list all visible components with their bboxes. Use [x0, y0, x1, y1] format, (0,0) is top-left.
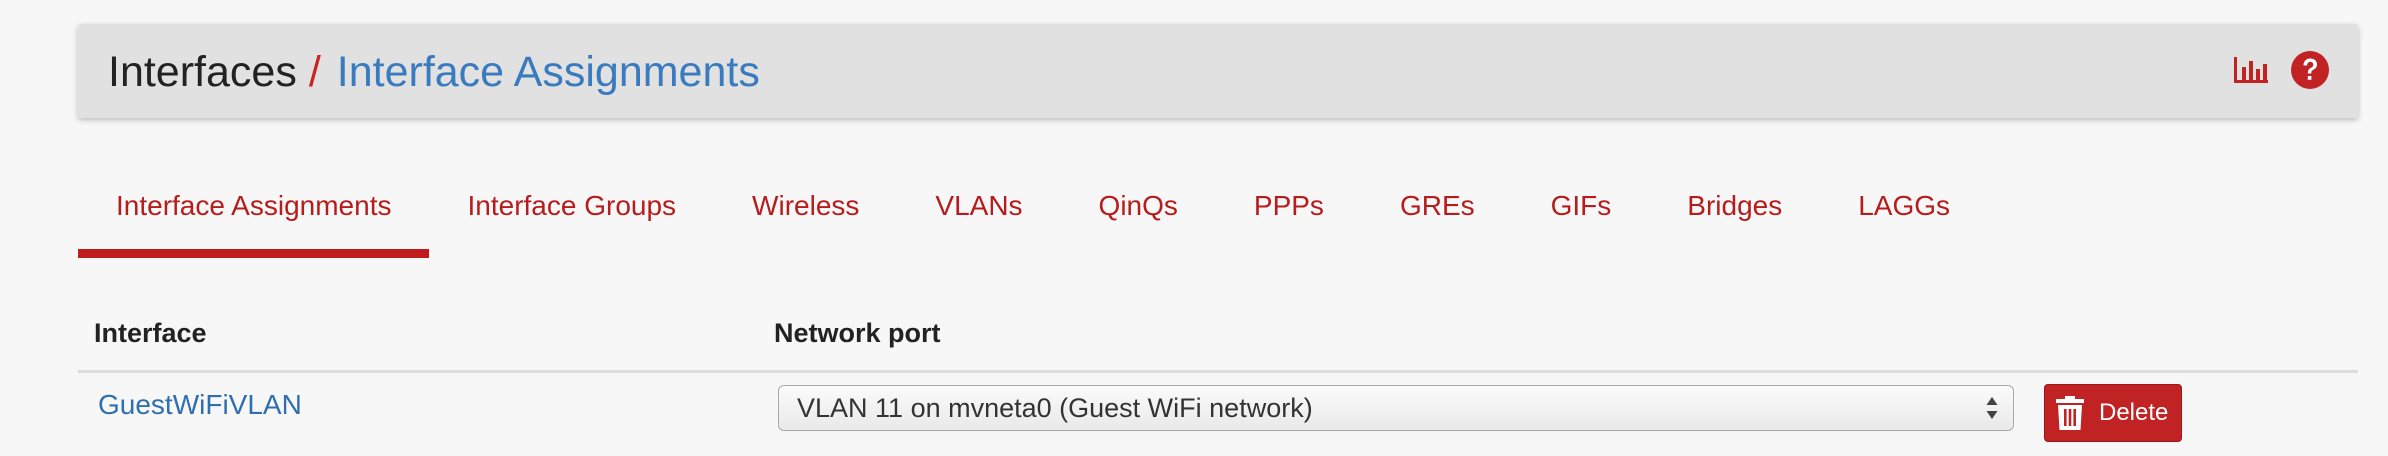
tab-bar: Interface Assignments Interface Groups W…: [78, 166, 1988, 258]
trash-icon: [2053, 394, 2087, 432]
tab-ppps[interactable]: PPPs: [1216, 166, 1362, 258]
tab-bridges[interactable]: Bridges: [1649, 166, 1820, 258]
bar-chart-icon[interactable]: [2232, 55, 2270, 85]
breadcrumb: Interfaces / Interface Assignments: [108, 48, 760, 96]
page: Interfaces / Interface Assignments Inter…: [0, 0, 2388, 456]
tab-gres[interactable]: GREs: [1362, 166, 1513, 258]
breadcrumb-separator: /: [308, 48, 321, 96]
network-port-select[interactable]: VLAN 11 on mvneta0 (Guest WiFi network): [778, 385, 2014, 431]
tab-gifs[interactable]: GIFs: [1513, 166, 1650, 258]
tab-interface-groups[interactable]: Interface Groups: [429, 166, 714, 258]
breadcrumb-current[interactable]: Interface Assignments: [337, 48, 760, 96]
column-header-interface: Interface: [94, 318, 207, 348]
help-icon[interactable]: [2290, 50, 2330, 90]
header-icons: [2232, 46, 2330, 94]
delete-button[interactable]: Delete: [2044, 384, 2182, 442]
table-header: Interface Network port: [78, 310, 2358, 373]
breadcrumb-parent[interactable]: Interfaces: [108, 48, 297, 96]
column-header-network-port: Network port: [774, 318, 941, 348]
delete-button-label: Delete: [2099, 399, 2169, 426]
interface-link[interactable]: GuestWiFiVLAN: [98, 389, 302, 421]
tab-laggs[interactable]: LAGGs: [1820, 166, 1988, 258]
tab-interface-assignments[interactable]: Interface Assignments: [78, 166, 430, 258]
tab-vlans[interactable]: VLANs: [897, 166, 1060, 258]
select-arrows-icon: [1986, 397, 1998, 419]
tab-wireless[interactable]: Wireless: [714, 166, 897, 258]
table-row: GuestWiFiVLAN VLAN 11 on mvneta0 (Guest …: [78, 373, 2358, 456]
page-header: Interfaces / Interface Assignments: [78, 24, 2358, 118]
network-port-selected-value: VLAN 11 on mvneta0 (Guest WiFi network): [797, 393, 1313, 423]
tab-qinqs[interactable]: QinQs: [1061, 166, 1216, 258]
